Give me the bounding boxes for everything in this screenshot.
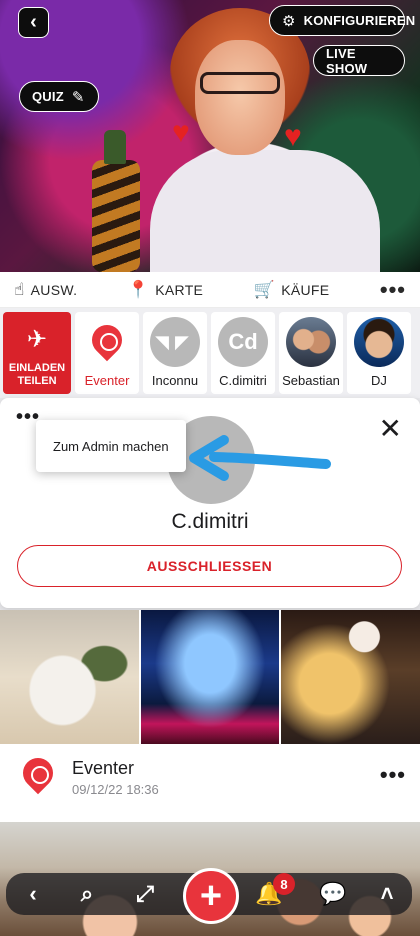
photo-wedding[interactable] <box>0 610 139 744</box>
live-show-button[interactable]: LIVE SHOW <box>313 45 405 76</box>
add-button[interactable]: + <box>183 868 239 924</box>
back-button[interactable]: ‹ <box>18 7 49 38</box>
member-detail-card: ••• ✕ C.dimitri AUSSCHLIESSEN Zum Admin … <box>0 398 420 608</box>
purchases-action[interactable]: 🛒 KÄUFE <box>254 280 330 300</box>
chevron-left-icon[interactable]: ‹ <box>16 873 50 915</box>
make-admin-menu-item[interactable]: Zum Admin machen <box>36 420 186 472</box>
member-dj[interactable]: DJ <box>347 312 411 394</box>
photo-party[interactable] <box>281 610 420 744</box>
edit-icon: ✎ <box>71 88 85 106</box>
map-action[interactable]: 📍 KARTE <box>128 280 203 300</box>
chevron-left-icon: ‹ <box>30 11 37 33</box>
location-pin-icon <box>92 325 122 365</box>
action-bar: ☝ AUSW. 📍 KARTE 🛒 KÄUFE ••• <box>0 272 420 308</box>
close-icon[interactable]: ✕ <box>379 412 402 445</box>
post-date: 09/12/22 18:36 <box>72 782 159 797</box>
search-icon[interactable]: ⌕ <box>70 873 104 915</box>
send-icon: ✈ <box>26 325 48 353</box>
heart-icon: ♥ <box>172 116 190 149</box>
hand-pointer-icon: ☝ <box>14 279 25 299</box>
notification-badge: 8 <box>273 873 295 895</box>
post-more-button[interactable]: ••• <box>380 762 406 788</box>
plus-icon: + <box>199 874 223 917</box>
chevron-up-icon[interactable]: ˄ <box>370 873 404 915</box>
avatar: Cd <box>218 317 268 367</box>
invite-share-button[interactable]: ✈ EINLADEN TEILEN <box>3 312 71 394</box>
chat-icon[interactable]: 💬 <box>315 873 351 915</box>
alien-avatar-icon: ◥◤ <box>150 317 200 367</box>
photo-venue[interactable] <box>140 610 280 744</box>
member-eventer[interactable]: Eventer <box>75 312 139 394</box>
location-pin-icon <box>23 758 53 798</box>
map-pin-icon: 📍 <box>127 279 150 299</box>
photo-strip <box>0 610 420 744</box>
member-sebastian[interactable]: Sebastian <box>279 312 343 394</box>
avatar <box>354 317 404 367</box>
avatar <box>286 317 336 367</box>
post-author: Eventer <box>72 758 135 778</box>
members-row: ✈ EINLADEN TEILEN Eventer ◥◤ Inconnu Cd … <box>0 308 420 398</box>
heart-icon: ♥ <box>284 120 302 153</box>
gear-icon: ⚙ <box>282 12 296 30</box>
cart-icon: 🛒 <box>253 279 276 299</box>
member-cdimitri[interactable]: Cd C.dimitri <box>211 312 275 394</box>
more-actions-button[interactable]: ••• <box>380 277 406 303</box>
quiz-button[interactable]: QUIZ ✎ <box>19 81 99 112</box>
fullscreen-icon[interactable]: ⤢ <box>128 873 162 915</box>
hero-glasses <box>200 72 280 94</box>
member-username: C.dimitri <box>171 510 249 533</box>
arrow-left-icon <box>189 435 331 481</box>
hero-bottle <box>92 130 140 272</box>
hero-shirt <box>150 150 380 272</box>
exclude-button[interactable]: AUSSCHLIESSEN <box>17 545 402 587</box>
event-hero-image: ♥ ♥ <box>0 0 420 272</box>
hero-face <box>195 40 285 155</box>
member-inconnu[interactable]: ◥◤ Inconnu <box>143 312 207 394</box>
configure-button[interactable]: ⚙ KONFIGURIEREN <box>269 5 415 36</box>
post-item[interactable]: Eventer 09/12/22 18:36 ••• <box>0 744 420 822</box>
select-action[interactable]: ☝ AUSW. <box>14 280 77 300</box>
